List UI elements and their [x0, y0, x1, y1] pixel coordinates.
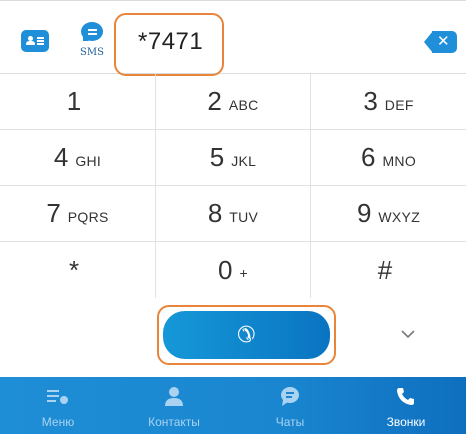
key-digit: 1: [66, 86, 82, 116]
nav-calls[interactable]: Звонки: [348, 377, 464, 434]
key-digit: 0: [218, 254, 233, 285]
key-letters: MNO: [382, 152, 417, 169]
menu-icon: [47, 390, 68, 404]
key-digit: 4: [53, 142, 69, 172]
key-digit: #: [377, 254, 393, 285]
key-star[interactable]: *: [0, 242, 155, 298]
key-digit: 7: [46, 198, 61, 228]
sms-bubble-icon: [81, 22, 103, 41]
person-icon: [165, 387, 183, 406]
backspace-icon[interactable]: ✕: [424, 31, 457, 53]
nav-label: Звонки: [386, 415, 426, 429]
key-digit: 6: [360, 142, 376, 172]
sms-button[interactable]: SMS: [77, 22, 107, 62]
key-5[interactable]: 5 JKL: [155, 130, 311, 186]
phone-icon: [397, 388, 414, 405]
key-9[interactable]: 9 WXYZ: [311, 186, 466, 242]
dialed-number[interactable]: *7471: [138, 28, 203, 56]
key-letters: GHI: [75, 152, 102, 169]
chevron-down-icon[interactable]: [396, 322, 420, 346]
dialer-header: SMS *7471 ✕: [0, 0, 466, 76]
key-2[interactable]: 2 ABC: [155, 74, 311, 130]
key-digit: 2: [207, 86, 222, 116]
key-0[interactable]: 0 +: [155, 242, 311, 298]
nav-contacts[interactable]: Контакты: [116, 377, 232, 434]
key-letters: JKL: [231, 152, 257, 169]
key-hash[interactable]: #: [311, 242, 466, 298]
contacts-card-icon[interactable]: [21, 30, 49, 52]
key-digit: *: [68, 254, 80, 285]
key-letters: DEF: [384, 96, 414, 113]
nav-label: Контакты: [148, 415, 200, 429]
key-digit: 3: [363, 86, 378, 116]
key-digit: 8: [207, 198, 223, 228]
key-3[interactable]: 3 DEF: [311, 74, 466, 130]
key-7[interactable]: 7 PQRS: [0, 186, 155, 242]
key-letters: WXYZ: [378, 208, 421, 225]
nav-label: Меню: [41, 415, 75, 429]
key-letters: +: [239, 265, 248, 281]
phone-icon: ✆: [237, 322, 256, 347]
nav-menu[interactable]: Меню: [0, 377, 116, 434]
key-4[interactable]: 4 GHI: [0, 130, 155, 186]
nav-chats[interactable]: Чаты: [232, 377, 348, 434]
key-letters: ABC: [228, 96, 259, 113]
sms-label: SMS: [80, 47, 104, 58]
key-8[interactable]: 8 TUV: [155, 186, 311, 242]
nav-label: Чаты: [275, 415, 305, 429]
key-letters: PQRS: [67, 208, 109, 225]
chat-icon: [281, 387, 299, 406]
key-1[interactable]: 1: [0, 74, 155, 130]
key-6[interactable]: 6 MNO: [311, 130, 466, 186]
call-button[interactable]: ✆: [163, 311, 330, 359]
key-letters: TUV: [229, 208, 259, 225]
key-digit: 5: [209, 142, 225, 172]
key-digit: 9: [356, 198, 372, 228]
dial-keypad: 1 2 ABC 3 DEF 4 GHI 5 JKL 6 MNO 7 PQRS 8 TUV 9W…: [0, 74, 466, 298]
bottom-navigation: Меню Контакты Чаты Звонки: [0, 377, 466, 434]
